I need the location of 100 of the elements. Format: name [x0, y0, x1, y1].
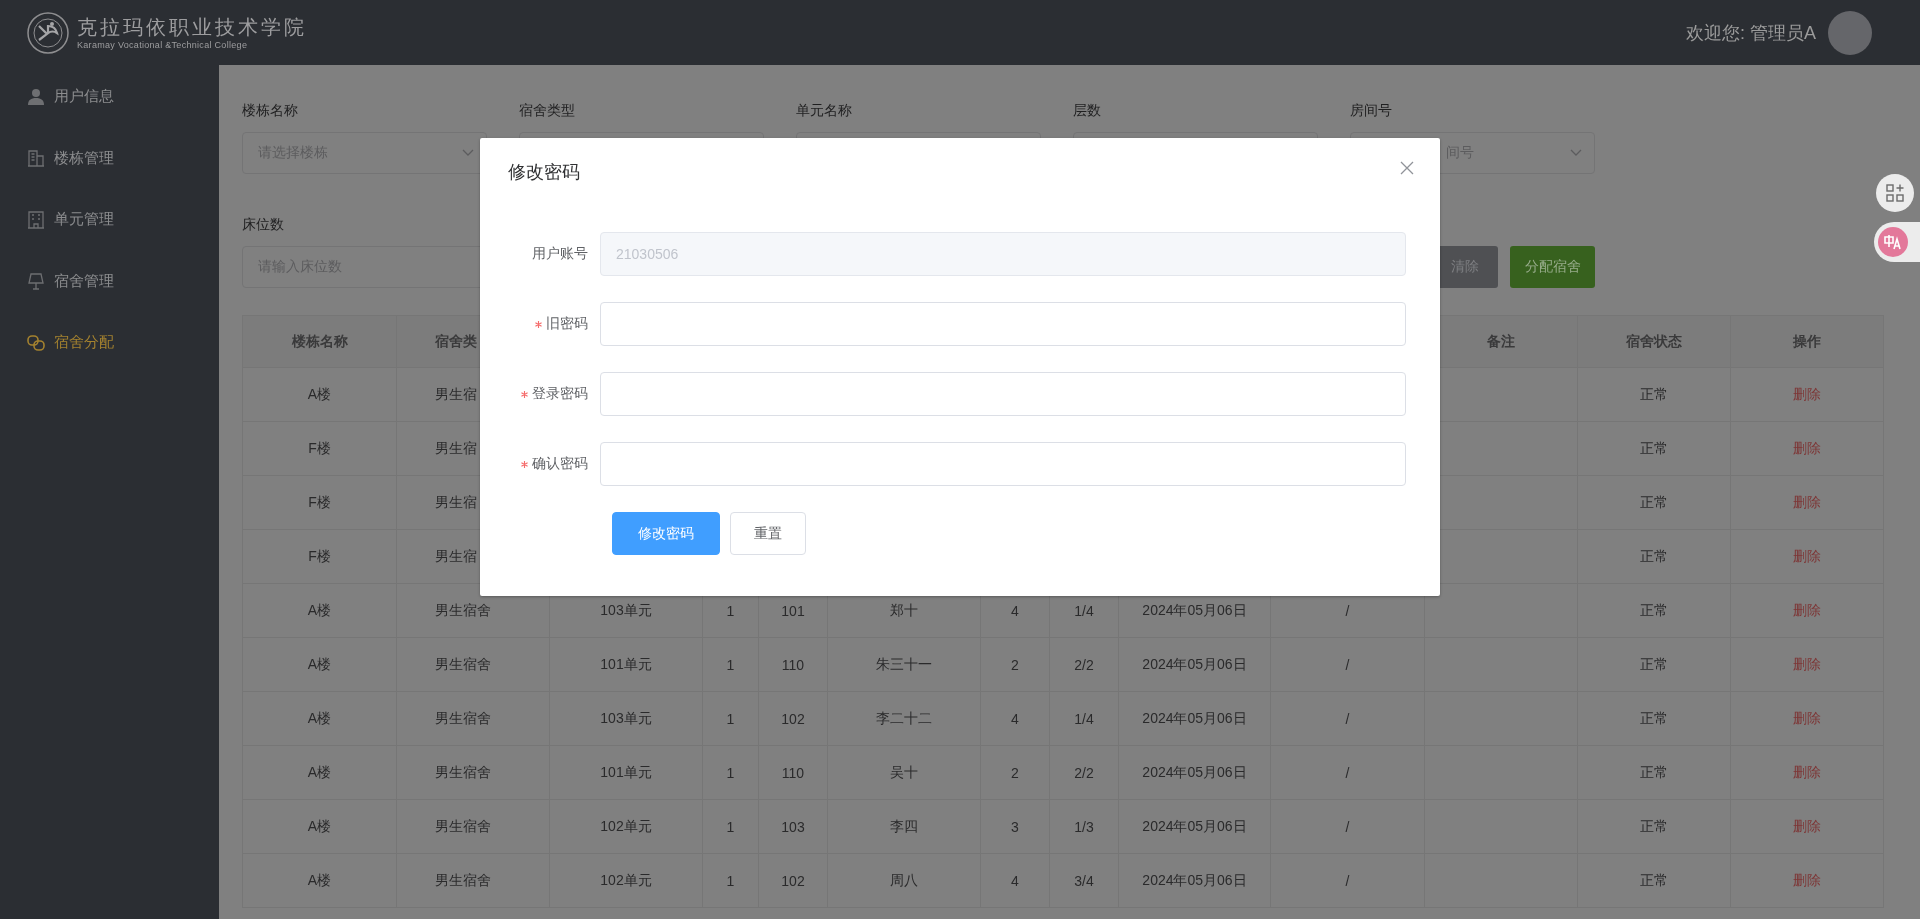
- table-cell: 正常: [1640, 871, 1668, 890]
- filter-label: 单元名称: [796, 101, 852, 120]
- table-cell: 正常: [1640, 493, 1668, 512]
- table-cell: 正常: [1640, 709, 1668, 728]
- table-cell: 男生宿舍: [435, 817, 491, 836]
- caret-icon: [462, 149, 474, 157]
- table-cell: A楼: [307, 817, 332, 836]
- table-cell: 4: [1011, 872, 1019, 889]
- table-cell: 101: [781, 602, 805, 619]
- column-header: 备注: [1487, 332, 1515, 351]
- delete-link[interactable]: 删除: [1793, 547, 1821, 566]
- user-icon: [27, 87, 45, 106]
- table-cell: 101单元: [600, 655, 652, 674]
- table-cell: 1/3: [1074, 818, 1094, 835]
- table-cell: 正常: [1640, 547, 1668, 566]
- table-cell: 110: [781, 656, 805, 673]
- lamp-icon: [27, 272, 45, 290]
- table-cell: 2024年05月06日: [1142, 601, 1247, 620]
- table-cell: 吴十: [890, 763, 918, 782]
- sidebar-item[interactable]: 宿舍管理: [0, 260, 219, 302]
- table-cell: 2: [1011, 764, 1019, 781]
- reset-button[interactable]: 重置: [730, 512, 806, 555]
- input-field[interactable]: [600, 442, 1406, 486]
- table-cell: 1: [726, 710, 735, 727]
- delete-link[interactable]: 删除: [1793, 601, 1821, 620]
- table-cell: 正常: [1640, 763, 1668, 782]
- table-cell: 102: [781, 872, 805, 889]
- avatar[interactable]: [1828, 10, 1872, 55]
- table-cell: 103单元: [600, 601, 652, 620]
- table-cell: 1: [726, 764, 735, 781]
- link-icon: [27, 333, 45, 352]
- input-field[interactable]: [600, 302, 1406, 346]
- delete-link[interactable]: 删除: [1793, 655, 1821, 674]
- table-cell: 男生宿: [435, 547, 477, 566]
- table-cell: 102单元: [600, 871, 652, 890]
- table-cell: 正常: [1640, 655, 1668, 674]
- table-cell: 2/2: [1074, 764, 1094, 781]
- float-button[interactable]: [1874, 222, 1920, 262]
- table-cell: A楼: [307, 655, 332, 674]
- table-cell: /: [1345, 872, 1350, 889]
- delete-link[interactable]: 删除: [1793, 871, 1821, 890]
- delete-link[interactable]: 删除: [1793, 817, 1821, 836]
- college-english-name: Karamay Vocational &Technical College: [77, 38, 249, 51]
- table-cell: 正常: [1640, 385, 1668, 404]
- table-cell: 男生宿舍: [435, 763, 491, 782]
- table-cell: /: [1345, 602, 1350, 619]
- close-icon[interactable]: [1400, 161, 1414, 175]
- table-cell: 1: [726, 602, 735, 619]
- table-cell: /: [1345, 818, 1350, 835]
- sidebar-item[interactable]: 用户信息: [0, 76, 219, 117]
- table-cell: 正常: [1640, 439, 1668, 458]
- table-cell: 103: [781, 818, 805, 835]
- table-cell: F楼: [308, 493, 331, 512]
- delete-link[interactable]: 删除: [1793, 763, 1821, 782]
- delete-link[interactable]: 删除: [1793, 439, 1821, 458]
- table-cell: 李四: [890, 817, 918, 836]
- filter-label: 楼栋名称: [242, 101, 298, 120]
- column-header: 宿舍状态: [1626, 332, 1682, 351]
- submit-button[interactable]: 修改密码: [612, 512, 720, 555]
- table-cell: 2024年05月06日: [1142, 871, 1247, 890]
- input-field[interactable]: [600, 372, 1406, 416]
- college-name: 克拉玛依职业技术学院: [77, 14, 307, 39]
- apps-icon: [1886, 184, 1904, 202]
- sidebar-item[interactable]: 楼栋管理: [0, 137, 219, 179]
- table-cell: 正常: [1640, 601, 1668, 620]
- table-cell: 2024年05月06日: [1142, 655, 1247, 674]
- delete-link[interactable]: 删除: [1793, 493, 1821, 512]
- table-cell: 1/4: [1074, 710, 1094, 727]
- filter-label: 宿舍类型: [519, 101, 575, 120]
- table-cell: 102: [781, 710, 805, 727]
- caret-icon: [1570, 149, 1582, 157]
- table-cell: 男生宿舍: [435, 709, 491, 728]
- field-label: 登录密码: [532, 385, 588, 403]
- column-header: 楼栋名称: [291, 332, 348, 351]
- table-cell: 郑十: [890, 601, 918, 620]
- dialog-title: 修改密码: [508, 161, 580, 184]
- table-cell: 102单元: [600, 817, 652, 836]
- building-icon: [27, 149, 45, 167]
- table-cell: 李二十二: [876, 709, 932, 728]
- table-cell: 男生宿舍: [435, 601, 491, 620]
- table-cell: 101单元: [600, 763, 652, 782]
- table-cell: A楼: [307, 385, 332, 404]
- table-cell: 2/2: [1074, 656, 1094, 673]
- welcome-text: 欢迎您: 管理员A: [1686, 21, 1816, 45]
- float-button[interactable]: [1876, 174, 1914, 212]
- table-cell: 男生宿: [435, 493, 477, 512]
- table-cell: 1: [726, 818, 735, 835]
- assign-button[interactable]: 分配宿舍: [1510, 246, 1595, 288]
- table-cell: 正常: [1640, 817, 1668, 836]
- table-cell: /: [1345, 710, 1350, 727]
- table-cell: 1/4: [1074, 602, 1094, 619]
- table-cell: A楼: [307, 709, 332, 728]
- sidebar-item[interactable]: 宿舍分配: [0, 322, 219, 363]
- delete-link[interactable]: 删除: [1793, 385, 1821, 404]
- sidebar-item[interactable]: 单元管理: [0, 199, 219, 240]
- table-cell: A楼: [307, 871, 332, 890]
- table-cell: 周八: [890, 871, 918, 890]
- field-label: 旧密码: [546, 315, 588, 333]
- delete-link[interactable]: 删除: [1793, 709, 1821, 728]
- table-cell: 2024年05月06日: [1142, 763, 1247, 782]
